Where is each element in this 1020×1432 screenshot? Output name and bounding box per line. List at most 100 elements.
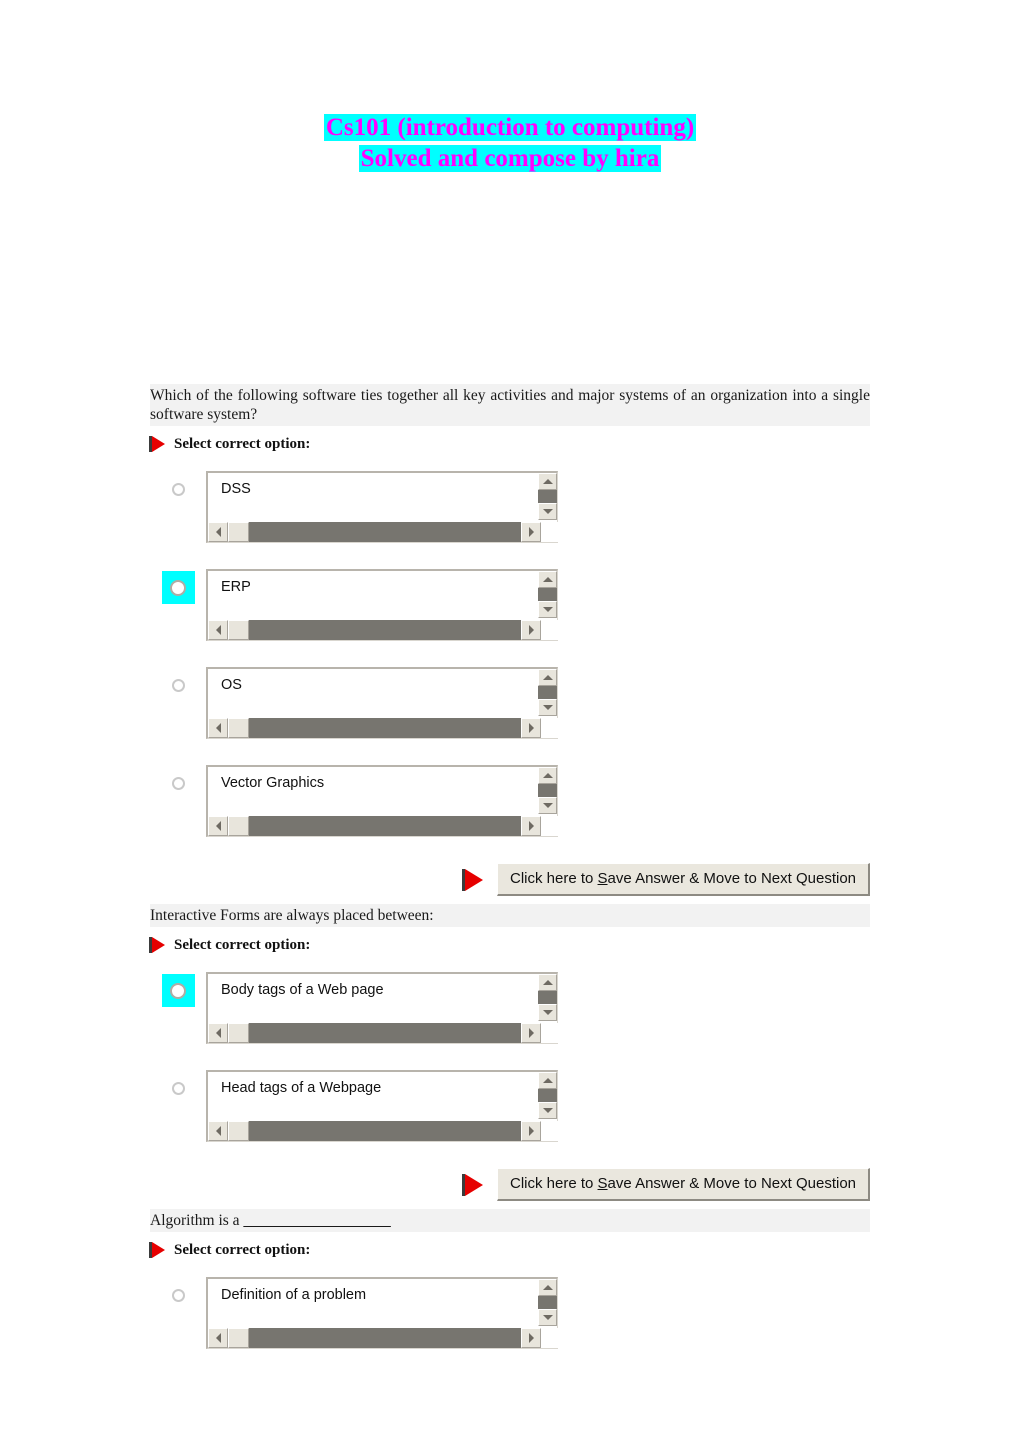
arrow-left-glyph <box>215 1126 221 1136</box>
option-radio-selected[interactable] <box>161 974 195 1007</box>
scroll-left-icon[interactable] <box>208 522 228 542</box>
scroll-up-icon[interactable] <box>538 571 557 588</box>
save-button-prefix: Click here to <box>509 1175 598 1192</box>
scroll-down-icon[interactable] <box>538 503 557 520</box>
radio-cell <box>150 972 206 1012</box>
horizontal-scroll-track[interactable] <box>249 1328 521 1348</box>
scrollbar-corner <box>541 816 560 836</box>
option-row: Head tags of a Webpage <box>150 1070 870 1146</box>
scroll-right-icon[interactable] <box>521 1328 541 1348</box>
red-triangle-bullet-icon <box>149 937 165 953</box>
vertical-scrollbar[interactable] <box>538 1072 557 1124</box>
question-blank: ___________________ <box>243 1212 391 1229</box>
horizontal-scrollbar[interactable] <box>208 816 560 836</box>
vertical-scrollbar[interactable] <box>538 974 557 1026</box>
scroll-left-icon[interactable] <box>208 718 228 738</box>
horizontal-scroll-track[interactable] <box>249 816 521 836</box>
option-radio-unselected[interactable] <box>162 767 195 800</box>
vertical-scroll-thumb[interactable] <box>538 784 557 797</box>
radio-button-icon[interactable] <box>171 679 185 692</box>
horizontal-scroll-track[interactable] <box>249 522 521 542</box>
quiz-content: Which of the following software ties tog… <box>149 384 870 1375</box>
scroll-right-icon[interactable] <box>521 620 541 640</box>
scroll-down-icon[interactable] <box>538 1309 557 1326</box>
scroll-left-icon[interactable] <box>208 1023 228 1043</box>
scroll-left-icon[interactable] <box>208 1121 228 1141</box>
scroll-down-icon[interactable] <box>538 1102 557 1119</box>
arrow-up-glyph <box>542 675 553 680</box>
vertical-scroll-thumb[interactable] <box>538 1089 557 1102</box>
scroll-right-icon[interactable] <box>521 718 541 738</box>
option-radio-unselected[interactable] <box>162 1072 195 1105</box>
vertical-scroll-thumb[interactable] <box>538 1296 557 1309</box>
scroll-down-icon[interactable] <box>538 699 557 716</box>
option-label: ERP <box>221 579 251 595</box>
horizontal-scroll-thumb[interactable] <box>228 1023 249 1043</box>
vertical-scroll-thumb[interactable] <box>538 490 557 503</box>
option-radio-unselected[interactable] <box>162 473 195 506</box>
scroll-left-icon[interactable] <box>208 816 228 836</box>
vertical-scroll-thumb[interactable] <box>538 686 557 699</box>
arrow-right-glyph <box>528 1126 534 1136</box>
option-row: Definition of a problem <box>150 1277 870 1353</box>
radio-button-icon[interactable] <box>171 483 185 496</box>
vertical-scrollbar[interactable] <box>538 571 557 623</box>
horizontal-scroll-thumb[interactable] <box>228 620 249 640</box>
horizontal-scrollbar[interactable] <box>208 522 560 542</box>
vertical-scroll-thumb[interactable] <box>538 588 557 601</box>
scroll-right-icon[interactable] <box>521 1121 541 1141</box>
scrollbar-corner <box>541 620 560 640</box>
scroll-down-icon[interactable] <box>538 601 557 618</box>
scroll-down-icon[interactable] <box>538 1004 557 1021</box>
scroll-up-icon[interactable] <box>538 473 557 490</box>
horizontal-scrollbar[interactable] <box>208 1328 560 1348</box>
horizontal-scroll-track[interactable] <box>249 1121 521 1141</box>
horizontal-scroll-thumb[interactable] <box>228 816 249 836</box>
option-textbox: DSS <box>206 471 560 543</box>
scroll-right-icon[interactable] <box>521 816 541 836</box>
scroll-up-icon[interactable] <box>538 1072 557 1089</box>
horizontal-scrollbar[interactable] <box>208 620 560 640</box>
horizontal-scrollbar[interactable] <box>208 1121 560 1141</box>
horizontal-scrollbar[interactable] <box>208 718 560 738</box>
option-row: OS <box>150 667 870 743</box>
save-button-accelerator: S <box>597 1175 608 1192</box>
option-textbox: Body tags of a Web page <box>206 972 560 1044</box>
scroll-up-icon[interactable] <box>538 1279 557 1296</box>
save-answer-button[interactable]: Click here to Save Answer & Move to Next… <box>496 863 870 896</box>
scroll-right-icon[interactable] <box>521 522 541 542</box>
scrollbar-corner <box>541 522 560 542</box>
option-radio-selected[interactable] <box>161 571 195 604</box>
horizontal-scroll-thumb[interactable] <box>228 522 249 542</box>
horizontal-scroll-thumb[interactable] <box>228 1121 249 1141</box>
horizontal-scrollbar[interactable] <box>208 1023 560 1043</box>
arrow-right-glyph <box>528 723 534 733</box>
horizontal-scroll-track[interactable] <box>249 1023 521 1043</box>
vertical-scrollbar[interactable] <box>538 473 557 525</box>
option-radio-unselected[interactable] <box>162 1279 195 1312</box>
scroll-up-icon[interactable] <box>538 669 557 686</box>
radio-button-icon[interactable] <box>171 777 185 790</box>
arrow-up-glyph <box>542 1285 553 1290</box>
horizontal-scroll-track[interactable] <box>249 620 521 640</box>
scroll-up-icon[interactable] <box>538 767 557 784</box>
scroll-up-icon[interactable] <box>538 974 557 991</box>
scroll-left-icon[interactable] <box>208 620 228 640</box>
horizontal-scroll-thumb[interactable] <box>228 718 249 738</box>
vertical-scrollbar[interactable] <box>538 1279 557 1331</box>
scroll-down-icon[interactable] <box>538 797 557 814</box>
radio-button-icon[interactable] <box>171 1082 185 1095</box>
radio-button-icon[interactable] <box>170 579 186 596</box>
horizontal-scroll-track[interactable] <box>249 718 521 738</box>
scroll-left-icon[interactable] <box>208 1328 228 1348</box>
vertical-scrollbar[interactable] <box>538 669 557 721</box>
save-answer-button[interactable]: Click here to Save Answer & Move to Next… <box>496 1168 870 1201</box>
option-radio-unselected[interactable] <box>162 669 195 702</box>
radio-button-icon[interactable] <box>171 1289 185 1302</box>
vertical-scrollbar[interactable] <box>538 767 557 819</box>
vertical-scroll-thumb[interactable] <box>538 991 557 1004</box>
scroll-right-icon[interactable] <box>521 1023 541 1043</box>
horizontal-scroll-thumb[interactable] <box>228 1328 249 1348</box>
option-label: OS <box>221 677 242 693</box>
radio-button-icon[interactable] <box>170 982 186 999</box>
